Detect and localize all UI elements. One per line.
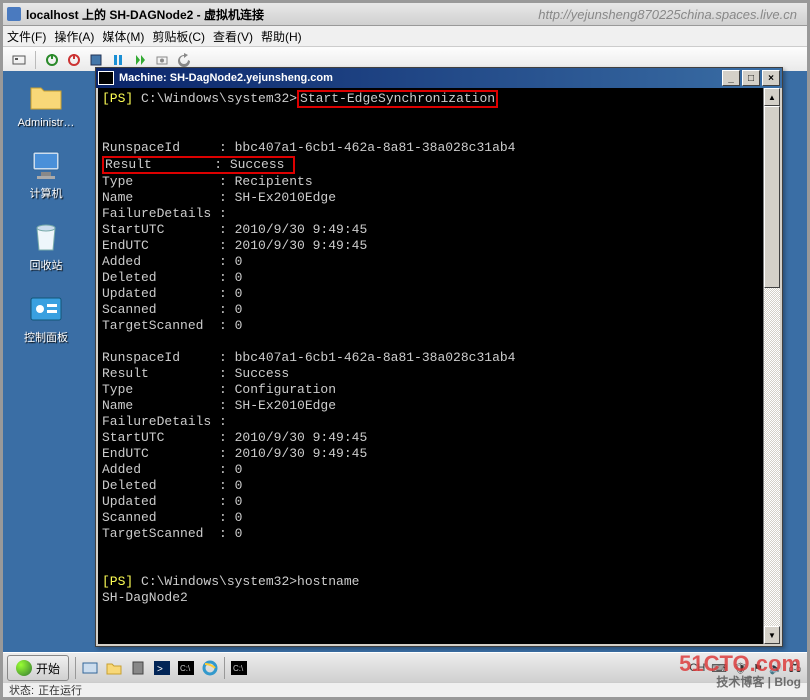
menu-media[interactable]: 媒体(M) — [102, 28, 144, 45]
quicklaunch-powershell-icon[interactable]: > — [151, 657, 173, 679]
desktop-icon-label: 计算机 — [30, 185, 63, 201]
console-output: [PS] C:\Windows\system32>Start-EdgeSynch… — [98, 88, 780, 608]
quicklaunch-ie-icon[interactable] — [199, 657, 221, 679]
toolbar-separator — [35, 51, 36, 69]
start-label: 开始 — [36, 660, 60, 677]
menu-file[interactable]: 文件(F) — [7, 28, 46, 45]
taskbar-powershell-running-icon[interactable]: C:\ — [228, 657, 250, 679]
scrollbar-thumb[interactable] — [764, 106, 780, 288]
powershell-window[interactable]: Machine: SH-DagNode2.yejunsheng.com _ □ … — [95, 67, 783, 647]
computer-icon[interactable]: 计算机 — [11, 147, 81, 201]
admin-folder-icon[interactable]: Administr… — [11, 79, 81, 129]
console-body[interactable]: [PS] C:\Windows\system32>Start-EdgeSynch… — [98, 88, 780, 644]
toolbar-ctrl-alt-del-icon[interactable] — [9, 50, 29, 70]
menu-view[interactable]: 查看(V) — [213, 28, 253, 45]
guest-desktop[interactable]: Administr… 计算机 回收站 控制面板 Machine: SH-DagN… — [3, 71, 807, 653]
desktop-icon-label: 控制面板 — [24, 329, 68, 345]
watermark-url: http://yejunsheng870225china.spaces.live… — [538, 7, 797, 22]
scroll-down-button[interactable]: ▼ — [764, 626, 780, 644]
start-orb-icon — [16, 660, 32, 676]
taskbar-separator — [224, 657, 225, 679]
scroll-up-button[interactable]: ▲ — [764, 88, 780, 106]
vm-app-icon — [7, 7, 21, 21]
svg-text:C:\: C:\ — [180, 664, 191, 673]
powershell-titlebar[interactable]: Machine: SH-DagNode2.yejunsheng.com _ □ … — [96, 68, 782, 88]
scrollbar-track[interactable] — [764, 288, 780, 626]
desktop-icon-label: Administr… — [18, 117, 75, 129]
toolbar-shutdown-icon[interactable] — [64, 50, 84, 70]
console-icon — [98, 71, 114, 85]
recycle-bin-icon[interactable]: 回收站 — [11, 219, 81, 273]
quicklaunch-cmd-icon[interactable]: C:\ — [175, 657, 197, 679]
maximize-button[interactable]: □ — [742, 70, 760, 86]
watermark-logo: 51CTO.com 技术博客 | Blog — [679, 655, 801, 691]
close-button[interactable]: × — [762, 70, 780, 86]
menu-help[interactable]: 帮助(H) — [261, 28, 302, 45]
menu-action[interactable]: 操作(A) — [54, 28, 94, 45]
taskbar-separator — [75, 657, 76, 679]
svg-text:C:\: C:\ — [233, 664, 244, 673]
quicklaunch-desktop-icon[interactable] — [79, 657, 101, 679]
control-panel-icon[interactable]: 控制面板 — [11, 291, 81, 345]
powershell-title: Machine: SH-DagNode2.yejunsheng.com — [119, 72, 722, 84]
quicklaunch-explorer-icon[interactable] — [103, 657, 125, 679]
vm-title: localhost 上的 SH-DAGNode2 - 虚拟机连接 — [26, 6, 264, 23]
status-label: 状态: — [9, 682, 34, 698]
vm-menubar: 文件(F) 操作(A) 媒体(M) 剪贴板(C) 查看(V) 帮助(H) — [3, 26, 807, 47]
status-value: 正在运行 — [38, 682, 82, 698]
toolbar-start-icon[interactable] — [42, 50, 62, 70]
vertical-scrollbar[interactable]: ▲ ▼ — [763, 88, 780, 644]
svg-text:>: > — [157, 664, 163, 675]
menu-clipboard[interactable]: 剪贴板(C) — [152, 28, 205, 45]
start-button[interactable]: 开始 — [7, 655, 69, 681]
desktop-icon-label: 回收站 — [30, 257, 63, 273]
quicklaunch-server-icon[interactable] — [127, 657, 149, 679]
minimize-button[interactable]: _ — [722, 70, 740, 86]
